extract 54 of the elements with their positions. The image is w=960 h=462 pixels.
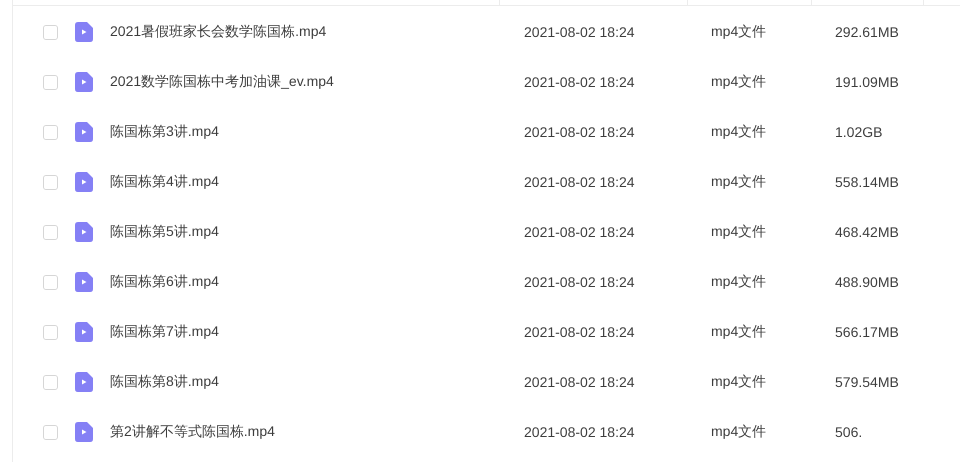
file-name[interactable]: 2021数学陈国栋中考加油课_ev.mp4: [110, 73, 524, 91]
video-file-icon: [75, 172, 93, 192]
checkbox[interactable]: [43, 274, 58, 290]
file-type: mp4文件: [711, 423, 768, 441]
file-name[interactable]: 陈国栋第4讲.mp4: [110, 173, 524, 191]
video-file-icon: [75, 122, 93, 142]
file-name[interactable]: 陈国栋第3讲.mp4: [110, 123, 524, 141]
file-name[interactable]: 陈国栋第5讲.mp4: [110, 223, 524, 241]
file-type: mp4文件: [711, 373, 768, 391]
video-file-icon: [75, 72, 93, 92]
file-name[interactable]: 陈国栋第7讲.mp4: [110, 323, 524, 341]
file-type: mp4文件: [711, 123, 768, 141]
checkbox[interactable]: [43, 124, 58, 140]
file-name[interactable]: 第2讲解不等式陈国栋.mp4: [110, 423, 524, 441]
file-size: 488.90MB: [835, 274, 900, 290]
modified-date: 2021-08-02 18:24: [524, 74, 636, 90]
file-type: mp4文件: [711, 223, 768, 241]
modified-date: 2021-08-02 18:24: [524, 124, 636, 140]
modified-date: 2021-08-02 18:24: [524, 224, 636, 240]
file-name[interactable]: 陈国栋第6讲.mp4: [110, 273, 524, 291]
video-file-icon: [75, 322, 93, 342]
checkbox[interactable]: [43, 24, 58, 40]
checkbox[interactable]: [43, 424, 58, 440]
file-size: 566.17MB: [835, 324, 900, 340]
file-size: 191.09MB: [835, 74, 900, 90]
video-file-icon: [75, 222, 93, 242]
modified-date: 2021-08-02 18:24: [524, 174, 636, 190]
file-type: mp4文件: [711, 323, 768, 341]
file-size: 506.: [835, 424, 864, 440]
file-type: mp4文件: [711, 273, 768, 291]
modified-date: 2021-08-02 18:24: [524, 324, 636, 340]
checkbox[interactable]: [43, 74, 58, 90]
file-size: 1.02GB: [835, 124, 884, 140]
file-size: 292.61MB: [835, 24, 900, 40]
file-size: 558.14MB: [835, 174, 900, 190]
modified-date: 2021-08-02 18:24: [524, 424, 636, 440]
checkbox[interactable]: [43, 174, 58, 190]
video-file-icon: [75, 272, 93, 292]
video-file-icon: [75, 372, 93, 392]
file-size: 579.54MB: [835, 374, 900, 390]
modified-date: 2021-08-02 18:24: [524, 274, 636, 290]
file-name[interactable]: 2021暑假班家长会数学陈国栋.mp4: [110, 23, 524, 41]
checkbox[interactable]: [43, 224, 58, 240]
file-type: mp4文件: [711, 73, 768, 91]
video-file-icon: [75, 422, 93, 442]
file-name[interactable]: 陈国栋第8讲.mp4: [110, 373, 524, 391]
file-type: mp4文件: [711, 23, 768, 41]
checkbox[interactable]: [43, 374, 58, 390]
file-type: mp4文件: [711, 173, 768, 191]
modified-date: 2021-08-02 18:24: [524, 374, 636, 390]
file-size: 468.42MB: [835, 224, 900, 240]
modified-date: 2021-08-02 18:24: [524, 24, 636, 40]
checkbox[interactable]: [43, 324, 58, 340]
video-file-icon: [75, 22, 93, 42]
